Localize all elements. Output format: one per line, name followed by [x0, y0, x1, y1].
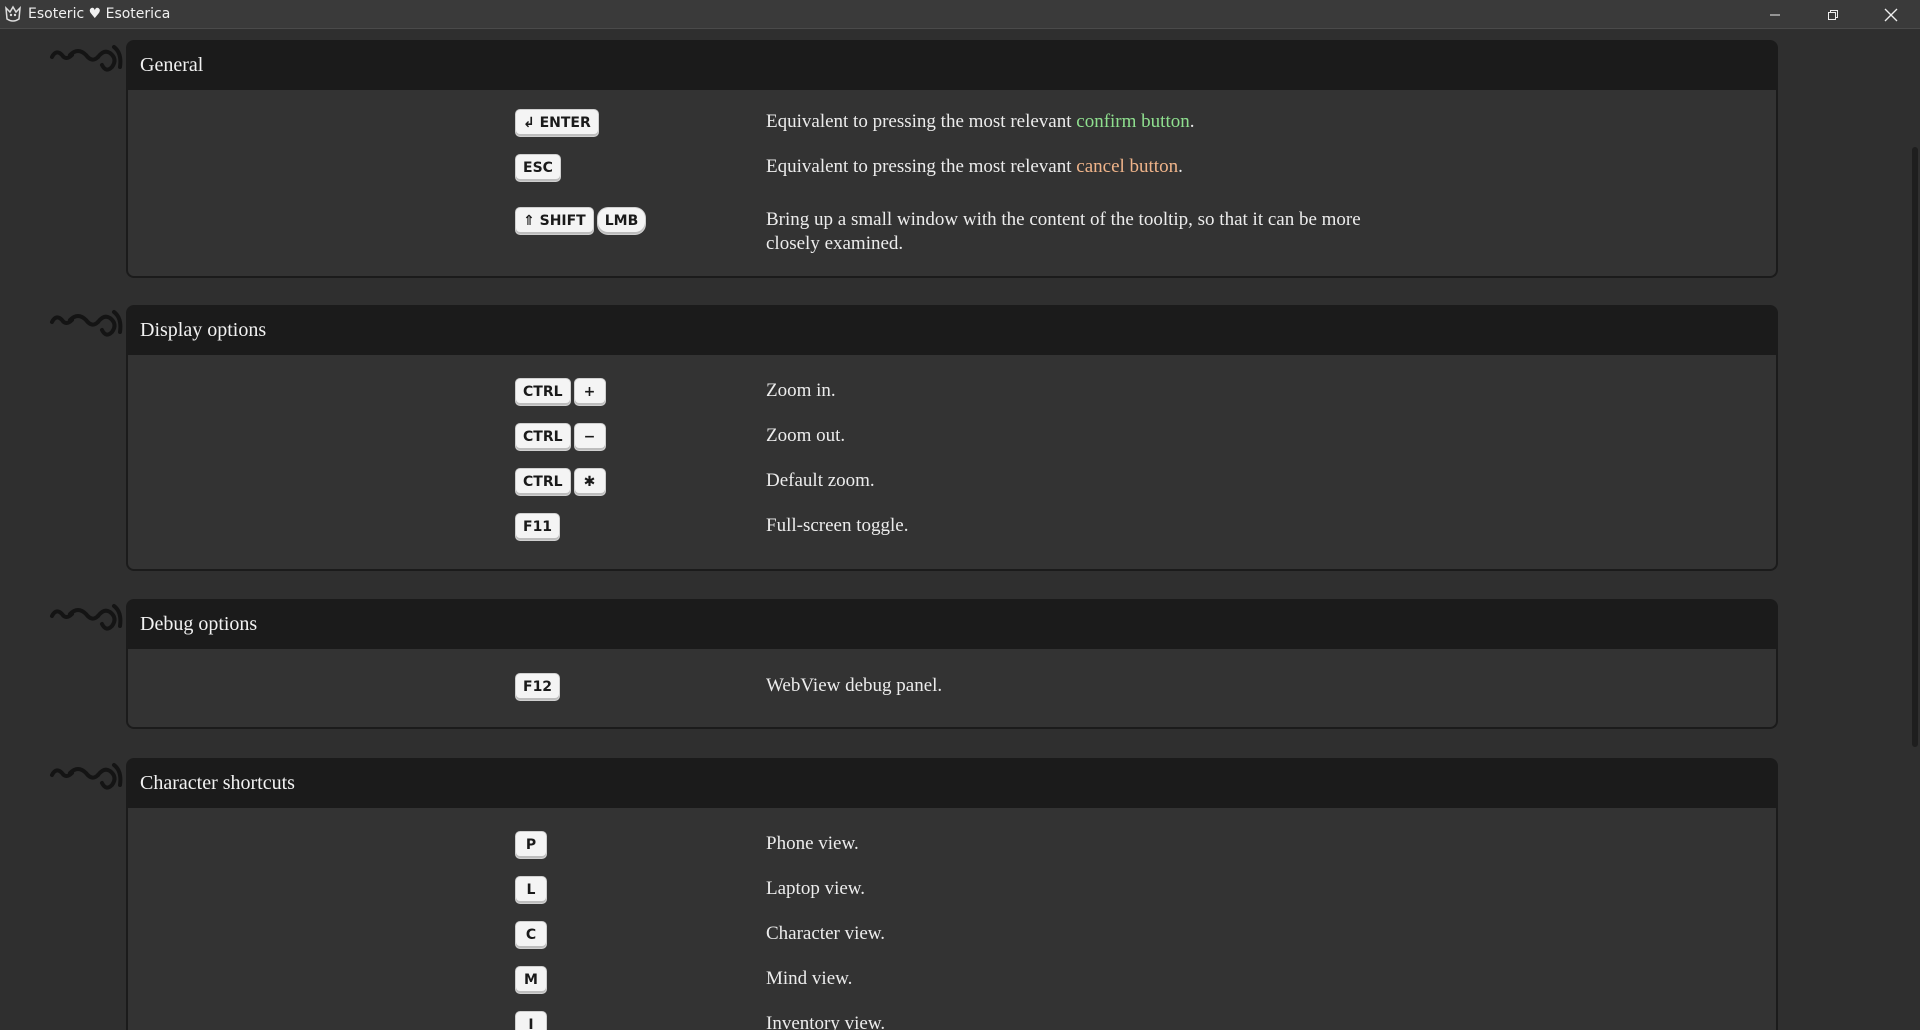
key-combo: ↲ ENTER [516, 110, 598, 136]
key-combo: L [516, 877, 546, 903]
section-title: Display options [126, 305, 1778, 355]
shortcut-description: Bring up a small window with the content… [766, 209, 1361, 254]
keycap: CTRL [516, 469, 570, 495]
shortcut-description: Equivalent to pressing the most relevant… [766, 110, 1406, 134]
key-combo: CTRL ✱ [516, 469, 605, 495]
description-end: . [1178, 156, 1183, 177]
key-combo: F12 [516, 674, 560, 700]
shortcut-description: Zoom in. [766, 380, 836, 401]
close-button[interactable] [1862, 0, 1920, 29]
keycap: I [516, 1012, 546, 1030]
key-combo: M [516, 967, 546, 993]
section-body: P Phone view. L Laptop view. C Character view… [126, 808, 1778, 1030]
scroll-ornament-icon [48, 761, 124, 795]
shortcut-description: Mind view. [766, 968, 853, 989]
key-combo: I [516, 1012, 546, 1030]
highlighted-term: confirm button [1076, 111, 1190, 132]
minimize-icon [1770, 14, 1780, 15]
keycap: CTRL [516, 424, 570, 450]
key-combo: C [516, 922, 546, 948]
section-title: Debug options [126, 599, 1778, 649]
keycap: F12 [516, 674, 560, 700]
shortcut-description: Inventory view. [766, 1013, 886, 1030]
scroll-ornament-icon [48, 43, 124, 77]
scroll-ornament-icon [48, 602, 124, 636]
scroll-ornament-icon [48, 308, 124, 342]
shortcut-description: Laptop view. [766, 878, 866, 899]
shortcut-description: Character view. [766, 923, 886, 944]
description-text: Equivalent to pressing the most relevant [766, 156, 1077, 177]
section-3: Character shortcuts P Phone view. L Laptop v… [50, 758, 1778, 1030]
keycap: ⇑ SHIFT [516, 208, 593, 234]
keycap: M [516, 967, 546, 993]
key-combo: ⇑ SHIFT LMB [516, 208, 646, 234]
shortcut-description: Zoom out. [766, 425, 846, 446]
key-combo: ESC [516, 155, 560, 181]
key-combo: P [516, 832, 546, 858]
restore-icon [1828, 9, 1838, 20]
section-0: General ↲ ENTER Equivalent to pressing the… [50, 40, 1778, 278]
description-text: Equivalent to pressing the most relevant [766, 111, 1077, 132]
keycap: ESC [516, 155, 560, 181]
keycap: C [516, 922, 546, 948]
shortcuts-page: General ↲ ENTER Equivalent to pressing the… [0, 30, 1920, 1030]
key-combo: F11 [516, 514, 560, 540]
section-body: CTRL + Zoom in. CTRL − Zoom out. CTRL ✱ Default … [126, 355, 1778, 571]
keycap: ✱ [574, 469, 605, 495]
keycap: L [516, 877, 546, 903]
title-bar: Esoteric ♥ Esoterica [0, 0, 1920, 29]
keycap: + [574, 379, 605, 405]
app-logo-icon [2, 3, 24, 25]
shortcut-description: Full-screen toggle. [766, 515, 909, 536]
shortcut-description: WebView debug panel. [766, 675, 943, 696]
section-title: General [126, 40, 1778, 90]
shortcut-description: Phone view. [766, 833, 859, 854]
key-combo: CTRL − [516, 424, 605, 450]
keycap: P [516, 832, 546, 858]
keycap: LMB [597, 208, 646, 234]
scrollbar-thumb[interactable] [1912, 147, 1918, 747]
minimize-button[interactable] [1746, 0, 1804, 29]
window-title: Esoteric ♥ Esoterica [28, 6, 171, 22]
section-body: F12 WebView debug panel. [126, 649, 1778, 729]
keycap: CTRL [516, 379, 570, 405]
close-icon [1884, 8, 1898, 21]
section-title: Character shortcuts [126, 758, 1778, 808]
vertical-scrollbar[interactable] [1906, 30, 1920, 1030]
restore-button[interactable] [1804, 0, 1862, 29]
keycap: − [574, 424, 605, 450]
keycap: ↲ ENTER [516, 110, 598, 136]
key-combo: CTRL + [516, 379, 605, 405]
shortcut-description: Default zoom. [766, 470, 875, 491]
description-end: . [1189, 111, 1195, 132]
section-body: ↲ ENTER Equivalent to pressing the most r… [126, 90, 1778, 278]
shortcut-description: Equivalent to pressing the most relevant… [766, 155, 1406, 179]
section-2: Debug options F12 WebView debug panel. [50, 599, 1778, 729]
highlighted-term: cancel button [1076, 156, 1179, 177]
section-1: Display options CTRL + Zoom in. CTRL − Zoom ou… [50, 305, 1778, 571]
keycap: F11 [516, 514, 560, 540]
